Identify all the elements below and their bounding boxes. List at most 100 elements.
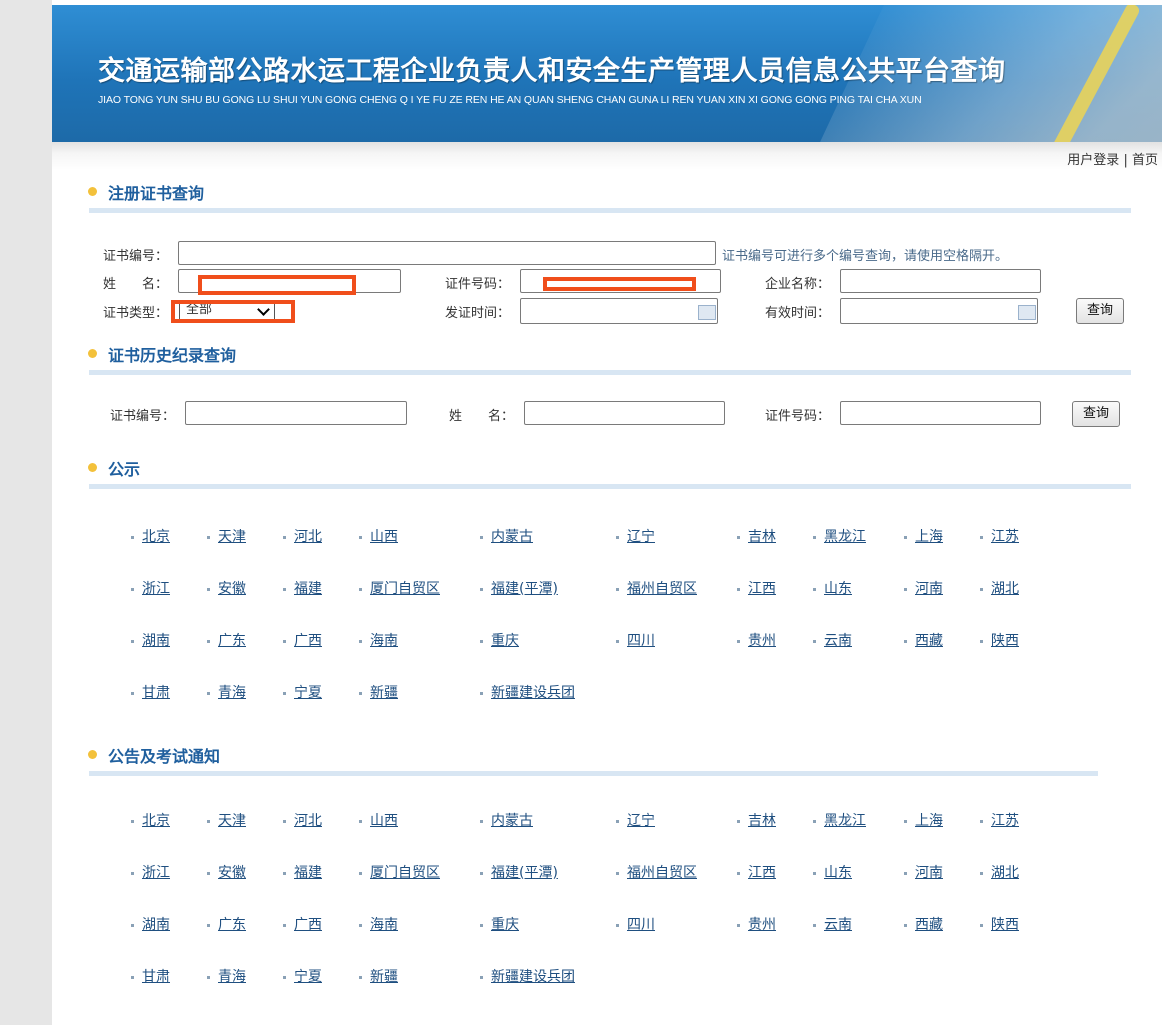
- province-link[interactable]: 湖北: [991, 865, 1019, 881]
- province-link-item: 安徽: [207, 862, 246, 882]
- province-link[interactable]: 云南: [824, 633, 852, 649]
- province-link[interactable]: 宁夏: [294, 685, 322, 701]
- province-link[interactable]: 新疆建设兵团: [491, 969, 575, 985]
- province-link[interactable]: 黑龙江: [824, 813, 866, 829]
- province-link[interactable]: 广西: [294, 917, 322, 933]
- bullet-square-icon: [131, 587, 134, 591]
- province-link[interactable]: 广东: [218, 633, 246, 649]
- company-input[interactable]: [840, 269, 1041, 293]
- bullet-square-icon: [207, 871, 210, 875]
- province-link[interactable]: 陕西: [991, 633, 1019, 649]
- id-no-label: 证件号码：: [445, 277, 511, 292]
- province-link[interactable]: 重庆: [491, 917, 519, 933]
- province-link[interactable]: 北京: [142, 813, 170, 829]
- province-link[interactable]: 浙江: [142, 581, 170, 597]
- province-link[interactable]: 广东: [218, 917, 246, 933]
- province-link[interactable]: 吉林: [748, 529, 776, 545]
- province-link[interactable]: 宁夏: [294, 969, 322, 985]
- province-link[interactable]: 河南: [915, 581, 943, 597]
- province-link[interactable]: 四川: [627, 917, 655, 933]
- issue-date-input[interactable]: [520, 298, 718, 324]
- province-link[interactable]: 新疆: [370, 685, 398, 701]
- province-link[interactable]: 天津: [218, 529, 246, 545]
- province-link[interactable]: 福建(平潭): [491, 865, 558, 881]
- bullet-square-icon: [131, 535, 134, 539]
- province-link[interactable]: 江西: [748, 581, 776, 597]
- province-link[interactable]: 辽宁: [627, 813, 655, 829]
- province-link[interactable]: 厦门自贸区: [370, 865, 440, 881]
- bullet-square-icon: [737, 535, 740, 539]
- province-link[interactable]: 山东: [824, 581, 852, 597]
- province-link[interactable]: 西藏: [915, 633, 943, 649]
- bullet-square-icon: [131, 975, 134, 979]
- cert-no-input[interactable]: [178, 241, 716, 265]
- calendar-icon[interactable]: [1018, 305, 1036, 320]
- province-link[interactable]: 吉林: [748, 813, 776, 829]
- province-link[interactable]: 江苏: [991, 813, 1019, 829]
- valid-date-input[interactable]: [840, 298, 1038, 324]
- province-link[interactable]: 贵州: [748, 633, 776, 649]
- province-link[interactable]: 江西: [748, 865, 776, 881]
- province-link[interactable]: 广西: [294, 633, 322, 649]
- province-link[interactable]: 海南: [370, 917, 398, 933]
- province-link[interactable]: 福建: [294, 581, 322, 597]
- bullet-square-icon: [980, 639, 983, 643]
- province-link[interactable]: 江苏: [991, 529, 1019, 545]
- province-link[interactable]: 辽宁: [627, 529, 655, 545]
- province-link[interactable]: 湖南: [142, 633, 170, 649]
- province-link[interactable]: 厦门自贸区: [370, 581, 440, 597]
- province-link[interactable]: 北京: [142, 529, 170, 545]
- history-id-input[interactable]: [840, 401, 1041, 425]
- history-cert-no-label: 证书编号：: [110, 409, 176, 424]
- history-cert-no-input[interactable]: [185, 401, 407, 425]
- province-link[interactable]: 海南: [370, 633, 398, 649]
- province-link[interactable]: 福建: [294, 865, 322, 881]
- bullet-square-icon: [131, 639, 134, 643]
- province-link[interactable]: 重庆: [491, 633, 519, 649]
- province-link[interactable]: 贵州: [748, 917, 776, 933]
- bullet-square-icon: [131, 819, 134, 823]
- calendar-icon[interactable]: [698, 305, 716, 320]
- province-link[interactable]: 上海: [915, 813, 943, 829]
- province-link[interactable]: 青海: [218, 685, 246, 701]
- province-link[interactable]: 内蒙古: [491, 529, 533, 545]
- province-link[interactable]: 新疆: [370, 969, 398, 985]
- province-link[interactable]: 湖北: [991, 581, 1019, 597]
- login-link[interactable]: 用户登录: [1067, 153, 1119, 168]
- province-link[interactable]: 西藏: [915, 917, 943, 933]
- province-link[interactable]: 甘肃: [142, 685, 170, 701]
- province-link[interactable]: 山东: [824, 865, 852, 881]
- province-link[interactable]: 天津: [218, 813, 246, 829]
- province-link[interactable]: 上海: [915, 529, 943, 545]
- cert-no-hint: 证书编号可进行多个编号查询，请使用空格隔开。: [722, 249, 1009, 264]
- province-link[interactable]: 浙江: [142, 865, 170, 881]
- province-link[interactable]: 湖南: [142, 917, 170, 933]
- province-link[interactable]: 山西: [370, 813, 398, 829]
- province-link[interactable]: 山西: [370, 529, 398, 545]
- history-name-input[interactable]: [524, 401, 725, 425]
- province-link[interactable]: 安徽: [218, 865, 246, 881]
- home-link[interactable]: 首页: [1132, 153, 1158, 168]
- province-link[interactable]: 河北: [294, 813, 322, 829]
- province-link[interactable]: 四川: [627, 633, 655, 649]
- province-link[interactable]: 河北: [294, 529, 322, 545]
- province-link[interactable]: 青海: [218, 969, 246, 985]
- province-link[interactable]: 福州自贸区: [627, 581, 697, 597]
- bullet-square-icon: [616, 535, 619, 539]
- province-link[interactable]: 黑龙江: [824, 529, 866, 545]
- province-link[interactable]: 甘肃: [142, 969, 170, 985]
- province-link[interactable]: 内蒙古: [491, 813, 533, 829]
- province-link-item: 新疆建设兵团: [480, 966, 575, 986]
- province-link[interactable]: 福建(平潭): [491, 581, 558, 597]
- province-link[interactable]: 河南: [915, 865, 943, 881]
- province-link[interactable]: 新疆建设兵团: [491, 685, 575, 701]
- history-search-button[interactable]: 查询: [1072, 401, 1120, 427]
- province-link-item: 广东: [207, 914, 246, 934]
- province-link[interactable]: 云南: [824, 917, 852, 933]
- province-link[interactable]: 安徽: [218, 581, 246, 597]
- province-link[interactable]: 福州自贸区: [627, 865, 697, 881]
- bullet-square-icon: [737, 819, 740, 823]
- bullet-square-icon: [616, 819, 619, 823]
- province-link[interactable]: 陕西: [991, 917, 1019, 933]
- cert-search-button[interactable]: 查询: [1076, 298, 1124, 324]
